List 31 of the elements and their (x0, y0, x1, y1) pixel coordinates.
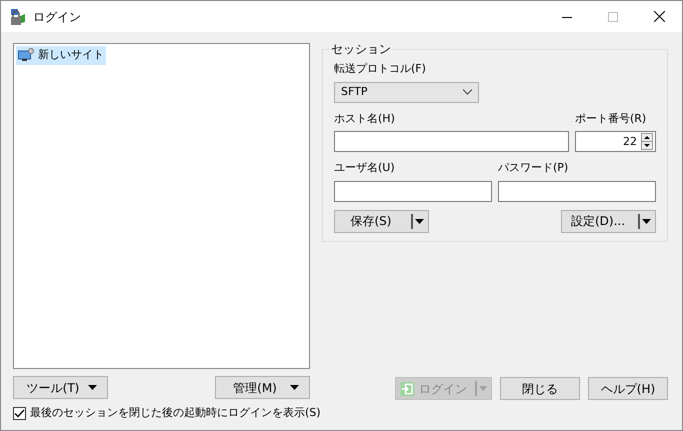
checkbox-label: 最後のセッションを閉じた後の起動時にログインを表示(S) (30, 405, 321, 421)
field-label: ユーザ名(U) (334, 160, 395, 176)
caret-icon (290, 385, 299, 390)
settings-button[interactable]: 設定(D)... (561, 210, 656, 232)
caret-icon (88, 385, 97, 390)
host-field[interactable] (334, 131, 569, 152)
chevron-icon (463, 89, 472, 95)
password-field[interactable] (498, 180, 656, 202)
spin-buttons[interactable] (641, 133, 653, 150)
caret-icon (478, 386, 487, 391)
menu-button[interactable]: 管理(M) (215, 376, 310, 399)
menu-button[interactable]: ツール(T) (13, 376, 108, 399)
field-label: ポート番号(R) (575, 110, 646, 126)
help-button[interactable]: ヘルプ(H) (588, 377, 668, 400)
caret-icon (415, 218, 424, 224)
username-field[interactable] (334, 180, 492, 202)
checkbox[interactable] (13, 406, 26, 420)
app-icon (9, 8, 27, 26)
group-title: セッション (330, 43, 392, 55)
save-button[interactable]: 保存(S) (334, 210, 429, 232)
field-label: 転送プロトコル(F) (334, 61, 426, 77)
caret-icon (642, 218, 651, 224)
close-dialog-button[interactable]: 閉じる (500, 377, 580, 400)
site-item[interactable]: 新しいサイト (16, 46, 106, 64)
field-label: ホスト名(H) (334, 110, 395, 126)
close-icon[interactable] (654, 11, 664, 22)
window-title: ログイン (33, 8, 81, 26)
field-label: パスワード(P) (498, 160, 568, 176)
computer-icon (18, 48, 34, 62)
protocol-dropdown[interactable]: SFTP (334, 82, 479, 102)
login-icon (400, 380, 415, 396)
